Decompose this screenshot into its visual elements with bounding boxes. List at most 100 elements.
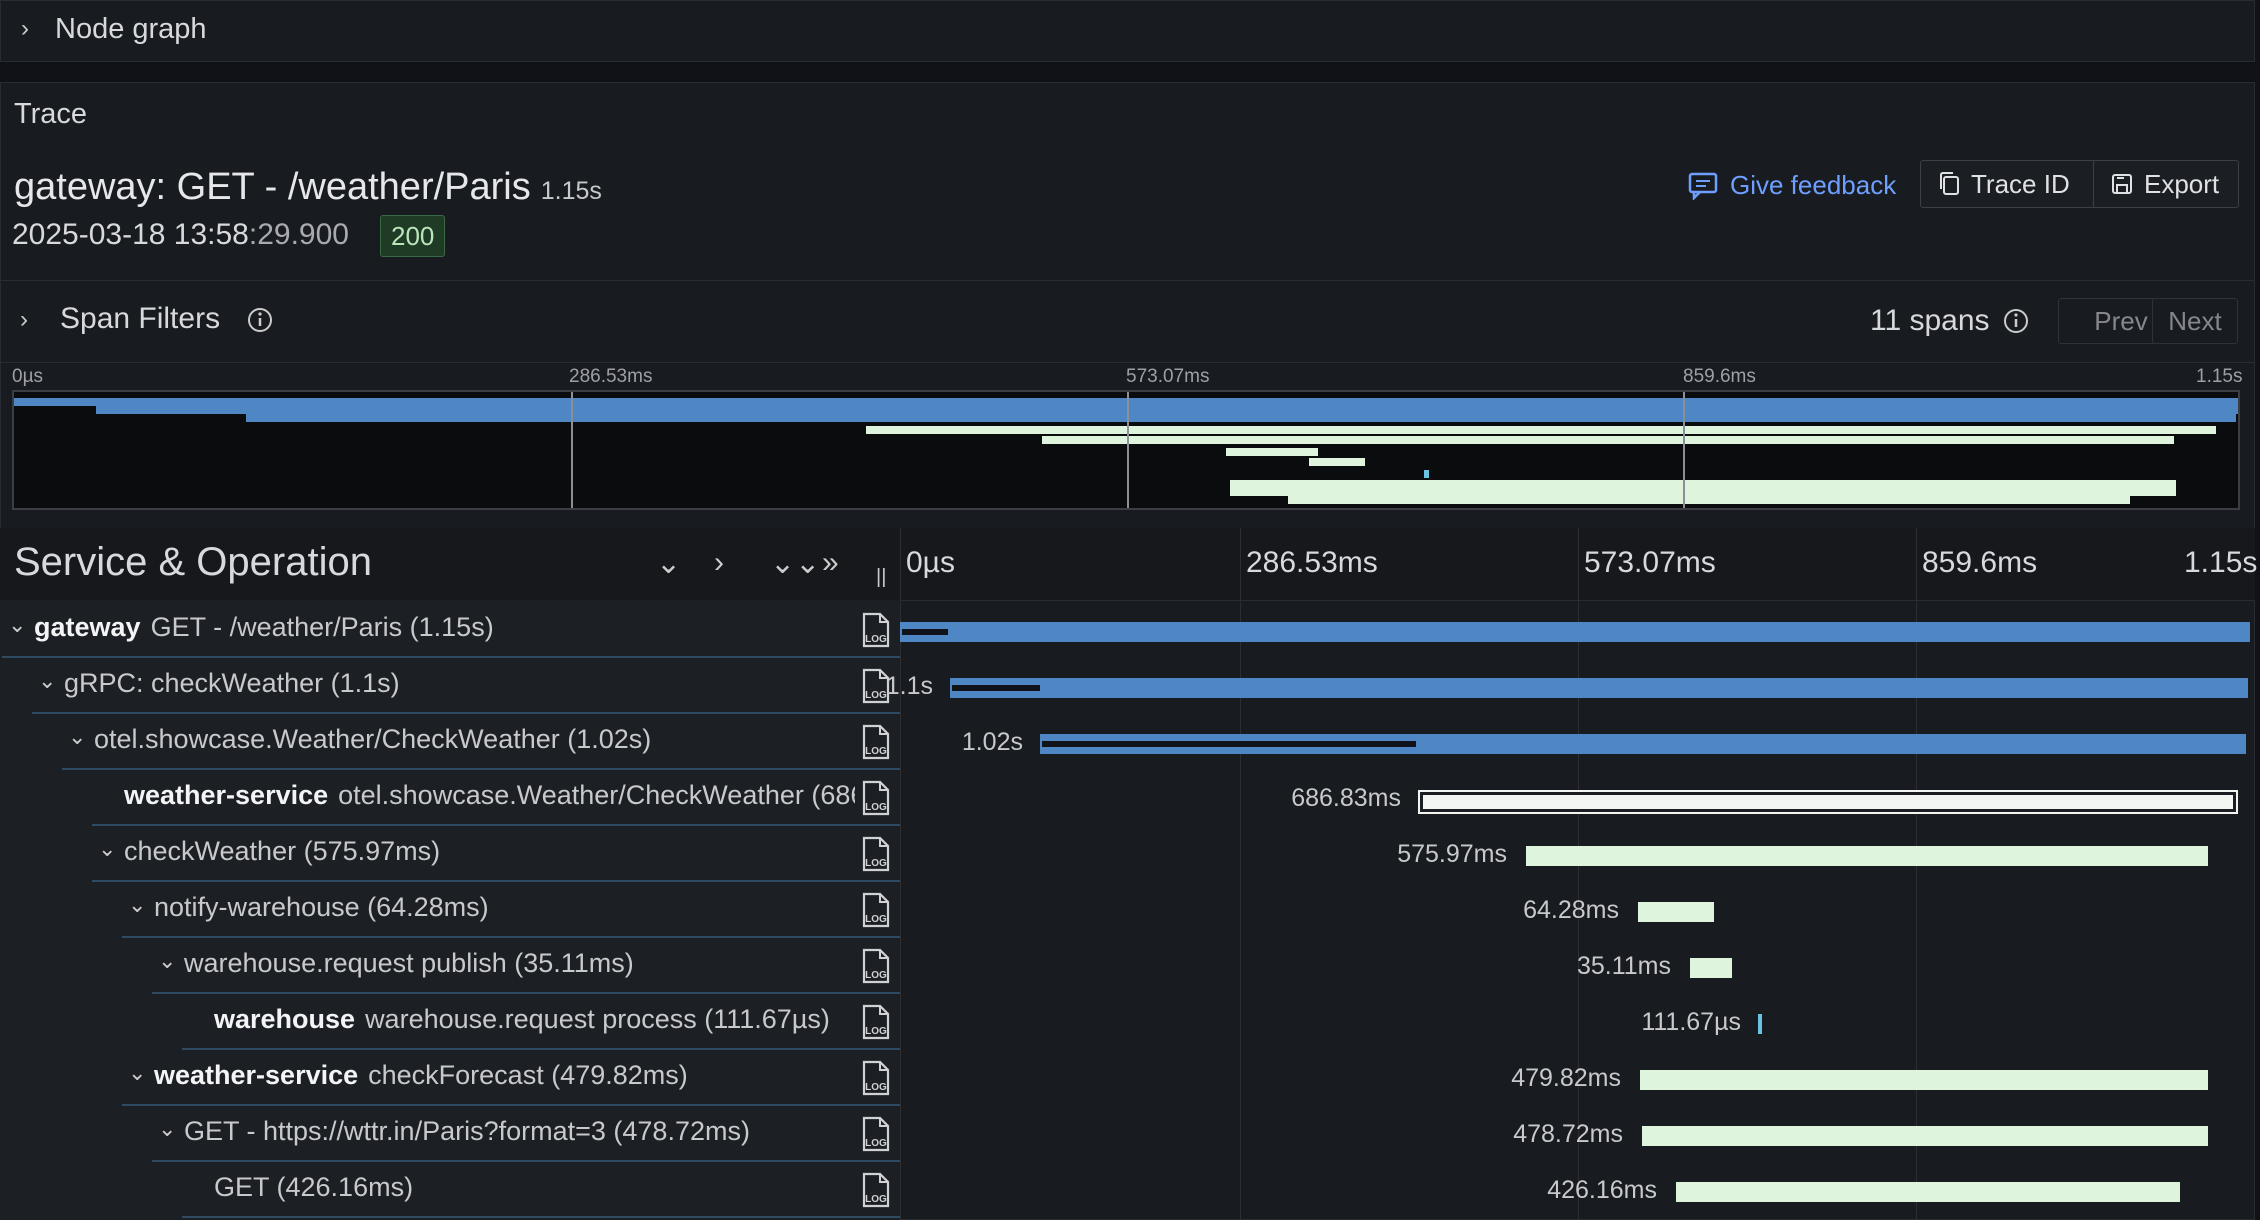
span-bar[interactable] xyxy=(1418,790,2238,814)
svg-text:LOG: LOG xyxy=(865,1026,887,1037)
node-graph-label: Node graph xyxy=(55,13,207,45)
table-row[interactable]: ⌄ checkWeather (575.97ms) LOG 575.97ms xyxy=(0,826,2255,882)
chevron-down-icon[interactable]: ⌄ xyxy=(158,948,176,974)
span-label: notify-warehouse (64.28ms) xyxy=(154,892,855,923)
svg-text:LOG: LOG xyxy=(865,746,887,757)
operation-name: warehouse.request process (111.67µs) xyxy=(365,1004,830,1034)
span-bar[interactable] xyxy=(900,622,2250,642)
logs-icon[interactable]: LOG xyxy=(860,1004,892,1040)
span-label: gateway GET - /weather/Paris (1.15s) xyxy=(34,612,855,643)
minimap-tick: 286.53ms xyxy=(569,366,653,387)
chevron-down-icon[interactable]: ⌄ xyxy=(8,612,26,638)
span-bar[interactable] xyxy=(1526,846,2208,866)
table-row[interactable]: weather-service otel.showcase.Weather/Che… xyxy=(0,770,2255,826)
operation-name: GET - https://wttr.in/Paris?format=3 (47… xyxy=(184,1116,750,1146)
logs-icon[interactable]: LOG xyxy=(860,1172,892,1208)
service-name: warehouse xyxy=(214,1004,356,1034)
node-graph-panel[interactable]: › Node graph xyxy=(0,0,2255,62)
table-row[interactable]: ⌄ weather-service checkForecast (479.82ms)… xyxy=(0,1050,2255,1106)
span-duration-label: 111.67µs xyxy=(1641,1008,1741,1036)
logs-icon[interactable]: LOG xyxy=(860,612,892,648)
minimap-tick: 859.6ms xyxy=(1683,366,1756,387)
trace-id-label: Trace ID xyxy=(1971,168,2070,199)
table-row[interactable]: ⌄ gateway GET - /weather/Paris (1.15s) LOG xyxy=(0,602,2255,658)
give-feedback-link[interactable]: Give feedback xyxy=(1688,170,1896,201)
span-count: 11 spans xyxy=(1870,304,2030,338)
table-row[interactable]: ⌄ warehouse.request publish (35.11ms) LOG 3… xyxy=(0,938,2255,994)
collapse-one-icon[interactable]: ⌄ xyxy=(656,546,681,581)
span-label: warehouse warehouse.request process (111.… xyxy=(214,1004,855,1035)
feedback-icon xyxy=(1688,172,1718,200)
span-duration-label: 35.11ms xyxy=(1576,952,1671,980)
span-duration-label: 479.82ms xyxy=(1511,1064,1621,1092)
column-resize-handle[interactable]: || xyxy=(876,566,886,589)
table-row[interactable]: ⌄ gRPC: checkWeather (1.1s) LOG 1.1s xyxy=(0,658,2255,714)
span-bar[interactable] xyxy=(950,678,2248,698)
table-row[interactable]: GET (426.16ms) LOG 426.16ms xyxy=(0,1162,2255,1218)
operation-name: checkWeather (575.97ms) xyxy=(124,836,441,866)
minimap-tick: 1.15s xyxy=(2196,366,2243,387)
logs-icon[interactable]: LOG xyxy=(860,1116,892,1152)
span-bar[interactable] xyxy=(1642,1126,2208,1146)
logs-icon[interactable]: LOG xyxy=(860,1060,892,1096)
logs-icon[interactable]: LOG xyxy=(860,892,892,928)
chevron-down-icon[interactable]: ⌄ xyxy=(158,1116,176,1142)
operation-name: checkForecast (479.82ms) xyxy=(368,1060,688,1090)
logs-icon[interactable]: LOG xyxy=(860,948,892,984)
chevron-down-icon[interactable]: ⌄ xyxy=(128,1060,146,1086)
chevron-down-icon[interactable]: ⌄ xyxy=(128,892,146,918)
timeline-tick: 286.53ms xyxy=(1246,546,1378,579)
table-row[interactable]: warehouse warehouse.request process (111.… xyxy=(0,994,2255,1050)
chevron-down-icon[interactable]: ⌄ xyxy=(98,836,116,862)
logs-icon[interactable]: LOG xyxy=(860,836,892,872)
trace-minimap[interactable] xyxy=(12,390,2240,510)
operation-name: gRPC: checkWeather (1.1s) xyxy=(64,668,400,698)
table-row[interactable]: ⌄ GET - https://wttr.in/Paris?format=3 (4… xyxy=(0,1106,2255,1162)
svg-text:LOG: LOG xyxy=(865,914,887,925)
span-self-time-marker xyxy=(1042,741,1416,747)
svg-text:LOG: LOG xyxy=(865,970,887,981)
service-name: weather-service xyxy=(154,1060,359,1090)
info-icon[interactable] xyxy=(246,306,274,334)
service-name: gateway xyxy=(34,612,141,642)
service-operation-header: Service & Operation xyxy=(14,540,372,584)
span-duration-label: 1.1s xyxy=(885,672,933,700)
span-label: checkWeather (575.97ms) xyxy=(124,836,855,867)
logs-icon[interactable]: LOG xyxy=(860,724,892,760)
span-duration-label: 64.28ms xyxy=(1523,896,1619,924)
span-duration-label: 426.16ms xyxy=(1547,1176,1657,1204)
logs-icon[interactable]: LOG xyxy=(860,780,892,816)
span-bar[interactable] xyxy=(1638,902,1714,922)
export-button[interactable]: Export xyxy=(2093,160,2239,208)
chevron-down-icon[interactable]: ⌄ xyxy=(38,668,56,694)
span-bar[interactable] xyxy=(1758,1014,1762,1034)
span-bar[interactable] xyxy=(1676,1182,2180,1202)
expand-one-icon[interactable]: › xyxy=(714,546,724,580)
table-row[interactable]: ⌄ otel.showcase.Weather/CheckWeather (1.0… xyxy=(0,714,2255,770)
span-duration-label: 1.02s xyxy=(961,728,1023,756)
operation-name: GET - /weather/Paris (1.15s) xyxy=(150,612,494,642)
operation-name: otel.showcase.Weather/CheckWeather (1.02… xyxy=(94,724,652,754)
timeline-tick: 1.15s xyxy=(2184,546,2258,579)
timestamp-ms: :29.900 xyxy=(248,218,349,251)
span-filters-label[interactable]: Span Filters xyxy=(60,302,220,336)
svg-text:LOG: LOG xyxy=(865,634,887,645)
collapse-all-icon[interactable]: ⌄⌄ xyxy=(770,546,820,581)
expand-all-icon[interactable]: » xyxy=(822,546,839,580)
save-icon xyxy=(2112,174,2132,194)
span-filters-chevron-icon[interactable]: › xyxy=(20,306,28,334)
minimap-tick: 573.07ms xyxy=(1126,366,1210,387)
info-icon[interactable] xyxy=(2002,307,2030,335)
trace-section-label: Trace xyxy=(14,98,88,130)
next-button[interactable]: Next xyxy=(2152,298,2238,344)
divider xyxy=(0,280,2255,281)
span-bar[interactable] xyxy=(1690,958,1732,978)
span-bar[interactable] xyxy=(1640,1070,2208,1090)
span-duration-label: 478.72ms xyxy=(1513,1120,1623,1148)
span-label: GET - https://wttr.in/Paris?format=3 (47… xyxy=(184,1116,855,1147)
table-row[interactable]: ⌄ notify-warehouse (64.28ms) LOG 64.28ms xyxy=(0,882,2255,938)
chevron-down-icon[interactable]: ⌄ xyxy=(68,724,86,750)
timeline-tick: 859.6ms xyxy=(1922,546,2038,579)
operation-name: notify-warehouse (64.28ms) xyxy=(154,892,489,922)
timeline-tick: 573.07ms xyxy=(1584,546,1716,579)
